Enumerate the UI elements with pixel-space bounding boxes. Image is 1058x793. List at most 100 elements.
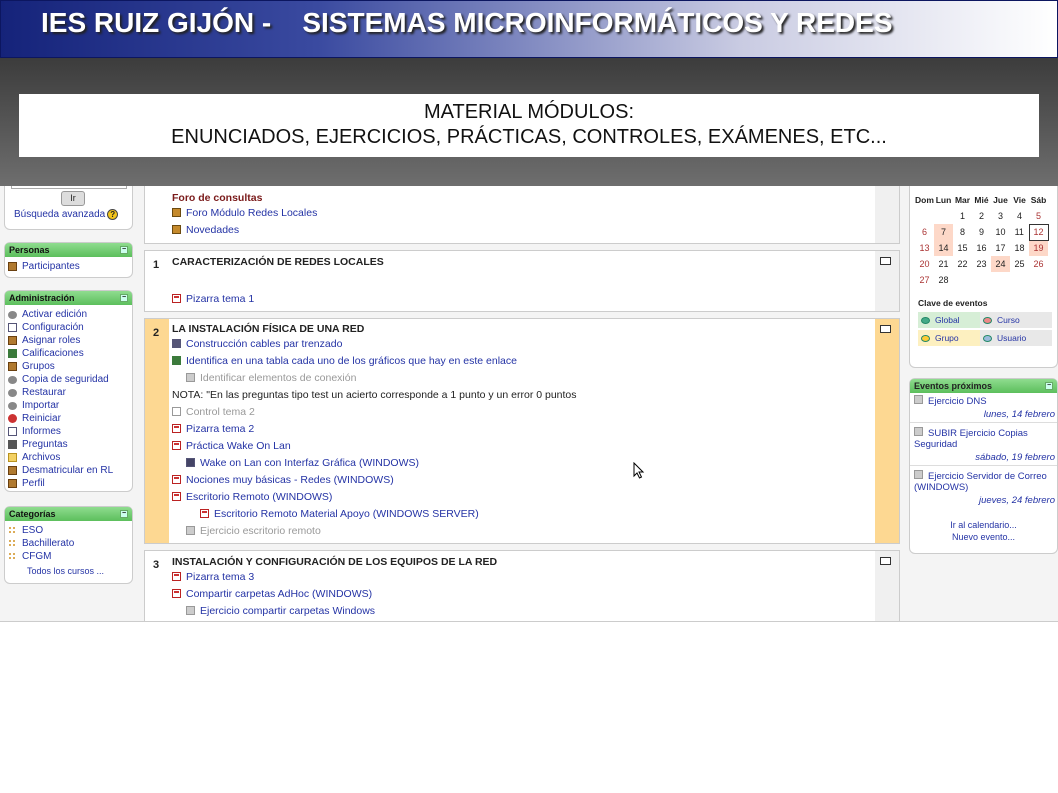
- admin-item-grupos[interactable]: Grupos: [5, 360, 132, 373]
- sidebar-item-participantes[interactable]: Participantes: [5, 260, 132, 273]
- calendar-day[interactable]: 20: [915, 256, 934, 272]
- collapse-icon[interactable]: −: [120, 246, 128, 254]
- activity-practica-wake-on-lan[interactable]: Práctica Wake On Lan: [172, 437, 875, 454]
- activity-ejercicio-escritorio-remoto[interactable]: Ejercicio escritorio remoto: [172, 522, 875, 539]
- calendar-day[interactable]: 9: [972, 224, 991, 240]
- show-only-section-1-icon[interactable]: [880, 257, 891, 265]
- section-2-number: 2: [153, 327, 160, 339]
- category-bachillerato[interactable]: Bachillerato: [5, 537, 132, 550]
- activity-pizarra-tema-2[interactable]: Pizarra tema 2: [172, 420, 875, 437]
- category-cfgm[interactable]: CFGM: [5, 550, 132, 563]
- collapse-icon[interactable]: −: [120, 294, 128, 302]
- calendar-day[interactable]: 23: [972, 256, 991, 272]
- activity-identificar-elementos[interactable]: Identificar elementos de conexión: [172, 369, 875, 386]
- search-input[interactable]: [11, 186, 127, 189]
- calendar-day[interactable]: 15: [953, 240, 972, 256]
- event-item[interactable]: Ejercicio Servidor de Correo (WINDOWS): [910, 468, 1057, 495]
- calendar-day[interactable]: 18: [1010, 240, 1029, 256]
- activity-construccion-cables[interactable]: Construcción cables par trenzado: [172, 335, 875, 352]
- calendar-day[interactable]: 8: [953, 224, 972, 240]
- admin-item-restaurar[interactable]: Restaurar: [5, 386, 132, 399]
- activity-identifica-tabla[interactable]: Identifica en una tabla cada uno de los …: [172, 352, 875, 369]
- admin-item-perfil[interactable]: Perfil: [5, 477, 132, 490]
- new-event-link[interactable]: Nuevo evento...: [910, 532, 1057, 542]
- admin-item-activar-edicion[interactable]: Activar edición: [5, 308, 132, 321]
- advanced-search-link[interactable]: Búsqueda avanzada: [14, 209, 105, 220]
- forum-icon: [172, 208, 181, 217]
- admin-item-label: Calificaciones: [22, 348, 84, 359]
- calendar-day[interactable]: 28: [934, 272, 953, 288]
- key-grupo[interactable]: Grupo: [918, 330, 980, 346]
- event-item[interactable]: Ejercicio DNS: [910, 393, 1057, 409]
- admin-item-reiniciar[interactable]: Reiniciar: [5, 412, 132, 425]
- collapse-icon[interactable]: −: [120, 510, 128, 518]
- activity-escritorio-remoto-apoyo[interactable]: Escritorio Remoto Material Apoyo (WINDOW…: [172, 505, 875, 522]
- category-eso[interactable]: ESO: [5, 524, 132, 537]
- calendar-day[interactable]: 3: [991, 208, 1010, 224]
- pdf-icon: [172, 589, 181, 598]
- activity-wake-on-lan-gui[interactable]: Wake on Lan con Interfaz Gráfica (WINDOW…: [172, 454, 875, 471]
- calendar-day[interactable]: 22: [953, 256, 972, 272]
- admin-item-asignar-roles[interactable]: Asignar roles: [5, 334, 132, 347]
- calendar-day[interactable]: 6: [915, 224, 934, 240]
- calendar-day[interactable]: 14: [934, 240, 953, 256]
- key-global[interactable]: Global: [918, 312, 980, 328]
- calendar-day[interactable]: 25: [1010, 256, 1029, 272]
- admin-item-archivos[interactable]: Archivos: [5, 451, 132, 464]
- admin-item-label: Activar edición: [22, 309, 88, 320]
- event-date[interactable]: sábado, 19 febrero: [910, 452, 1057, 463]
- admin-item-calificaciones[interactable]: Calificaciones: [5, 347, 132, 360]
- calendar-day[interactable]: 1: [953, 208, 972, 224]
- admin-item-preguntas[interactable]: Preguntas: [5, 438, 132, 451]
- activity-compartir-carpetas[interactable]: Compartir carpetas AdHoc (WINDOWS): [172, 585, 874, 602]
- admin-item-desmatricular[interactable]: Desmatricular en RL: [5, 464, 132, 477]
- section-3-title: INSTALACIÓN Y CONFIGURACIÓN DE LOS EQUIP…: [172, 556, 498, 568]
- calendar-day[interactable]: 21: [934, 256, 953, 272]
- key-usuario[interactable]: Usuario: [980, 330, 1052, 346]
- category-icon: [8, 539, 17, 548]
- show-only-section-3-icon[interactable]: [880, 557, 891, 565]
- admin-item-configuracion[interactable]: Configuración: [5, 321, 132, 334]
- admin-item-copia-seguridad[interactable]: Copia de seguridad: [5, 373, 132, 386]
- activity-foro-modulo[interactable]: Foro Módulo Redes Locales: [172, 204, 874, 221]
- search-go-button[interactable]: Ir: [61, 191, 85, 206]
- calendar-day[interactable]: 10: [991, 224, 1010, 240]
- calendar-day[interactable]: 17: [991, 240, 1010, 256]
- calendar-day[interactable]: 4: [1010, 208, 1029, 224]
- administracion-header: Administración −: [5, 291, 132, 305]
- calendar-day[interactable]: 19: [1029, 240, 1048, 256]
- calendar-day[interactable]: 24: [991, 256, 1010, 272]
- activity-ejercicio-compartir[interactable]: Ejercicio compartir carpetas Windows: [172, 602, 874, 619]
- event-date[interactable]: lunes, 14 febrero: [910, 409, 1057, 420]
- calendar-day[interactable]: 27: [915, 272, 934, 288]
- calendar-day[interactable]: 16: [972, 240, 991, 256]
- calendar-day-header: Vie: [1013, 195, 1026, 205]
- calendar-day[interactable]: 13: [915, 240, 934, 256]
- admin-item-informes[interactable]: Informes: [5, 425, 132, 438]
- activity-escritorio-remoto[interactable]: Escritorio Remoto (WINDOWS): [172, 488, 875, 505]
- admin-item-label: Copia de seguridad: [22, 374, 109, 385]
- section-1-number: 1: [153, 259, 160, 271]
- calendar-day[interactable]: 11: [1010, 224, 1029, 240]
- help-icon[interactable]: ?: [107, 209, 119, 220]
- calendar-day[interactable]: 7: [934, 224, 953, 240]
- admin-item-label: Configuración: [22, 322, 84, 333]
- show-only-section-2-icon[interactable]: [880, 325, 891, 333]
- calendar-day[interactable]: 2: [972, 208, 991, 224]
- activity-control-tema-2[interactable]: Control tema 2: [172, 403, 875, 420]
- calendar-day[interactable]: 26: [1029, 256, 1048, 272]
- activity-nociones-redes[interactable]: Nociones muy básicas - Redes (WINDOWS): [172, 471, 875, 488]
- go-to-calendar-link[interactable]: Ir al calendario...: [910, 520, 1057, 530]
- activity-novedades[interactable]: Novedades: [172, 221, 874, 238]
- collapse-icon[interactable]: −: [1045, 382, 1053, 390]
- admin-item-importar[interactable]: Importar: [5, 399, 132, 412]
- key-curso[interactable]: Curso: [980, 312, 1052, 328]
- all-courses-link[interactable]: Todos los cursos ...: [5, 566, 132, 576]
- activity-pizarra-tema-1[interactable]: Pizarra tema 1: [172, 290, 874, 307]
- event-date[interactable]: jueves, 24 febrero: [910, 495, 1057, 506]
- calendar-day[interactable]: 12: [1028, 223, 1049, 241]
- activity-pizarra-tema-3[interactable]: Pizarra tema 3: [172, 568, 874, 585]
- event-item[interactable]: SUBIR Ejercicio Copias Seguridad: [910, 425, 1057, 452]
- event-name: Ejercicio DNS: [928, 396, 987, 407]
- calendar-day[interactable]: 5: [1029, 208, 1048, 224]
